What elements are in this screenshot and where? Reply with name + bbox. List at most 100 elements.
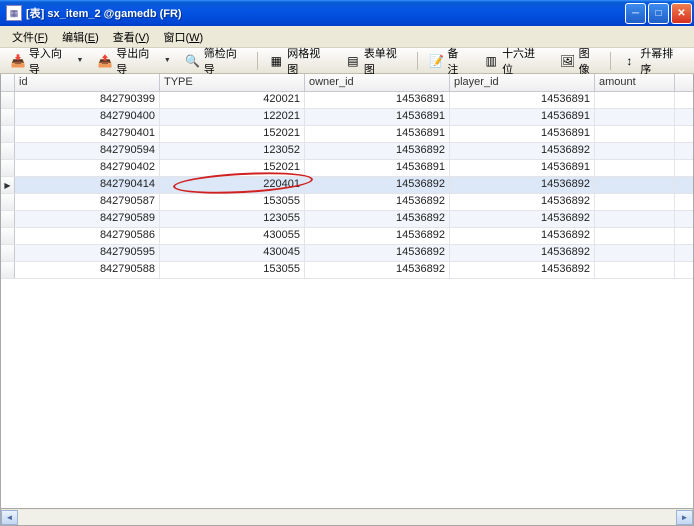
cell-owner[interactable]: 14536891 bbox=[305, 160, 450, 176]
row-indicator[interactable] bbox=[1, 211, 15, 227]
cell-id[interactable]: 842790414 bbox=[15, 177, 160, 193]
table-row[interactable]: 8427905864300551453689214536892 bbox=[1, 228, 693, 245]
cell-amount[interactable] bbox=[595, 126, 675, 142]
cell-player[interactable]: 14536892 bbox=[450, 194, 595, 210]
chevron-down-icon: ▼ bbox=[76, 57, 83, 64]
cell-amount[interactable] bbox=[595, 194, 675, 210]
column-header-owner[interactable]: owner_id bbox=[305, 74, 450, 91]
cell-type[interactable]: 152021 bbox=[160, 160, 305, 176]
separator bbox=[257, 52, 258, 70]
export-icon: 📤 bbox=[97, 53, 113, 69]
cell-type[interactable]: 430045 bbox=[160, 245, 305, 261]
row-indicator[interactable] bbox=[1, 262, 15, 278]
cell-type[interactable]: 122021 bbox=[160, 109, 305, 125]
scroll-track[interactable] bbox=[18, 510, 676, 525]
cell-id[interactable]: 842790401 bbox=[15, 126, 160, 142]
cell-amount[interactable] bbox=[595, 177, 675, 193]
scroll-left-button[interactable]: ◄ bbox=[1, 510, 18, 525]
table-row[interactable]: 8427905941230521453689214536892 bbox=[1, 143, 693, 160]
cell-type[interactable]: 220401 bbox=[160, 177, 305, 193]
row-indicator[interactable] bbox=[1, 126, 15, 142]
cell-player[interactable]: 14536891 bbox=[450, 126, 595, 142]
cell-type[interactable]: 153055 bbox=[160, 194, 305, 210]
row-indicator[interactable] bbox=[1, 194, 15, 210]
cell-owner[interactable]: 14536892 bbox=[305, 245, 450, 261]
table-row[interactable]: 8427905954300451453689214536892 bbox=[1, 245, 693, 262]
grid-body: 8427903994200211453689114536891842790400… bbox=[1, 92, 693, 279]
cell-amount[interactable] bbox=[595, 109, 675, 125]
cell-id[interactable]: 842790586 bbox=[15, 228, 160, 244]
cell-type[interactable]: 153055 bbox=[160, 262, 305, 278]
corner-cell[interactable] bbox=[1, 74, 15, 91]
cell-player[interactable]: 14536891 bbox=[450, 109, 595, 125]
table-row[interactable]: 8427904011520211453689114536891 bbox=[1, 126, 693, 143]
cell-id[interactable]: 842790587 bbox=[15, 194, 160, 210]
cell-amount[interactable] bbox=[595, 160, 675, 176]
horizontal-scrollbar[interactable]: ◄ ► bbox=[0, 509, 694, 526]
cell-player[interactable]: 14536892 bbox=[450, 177, 595, 193]
cell-owner[interactable]: 14536892 bbox=[305, 177, 450, 193]
row-indicator[interactable] bbox=[1, 228, 15, 244]
filter-icon: 🔍 bbox=[185, 53, 201, 69]
row-indicator[interactable] bbox=[1, 143, 15, 159]
cell-id[interactable]: 842790594 bbox=[15, 143, 160, 159]
cell-id[interactable]: 842790589 bbox=[15, 211, 160, 227]
cell-player[interactable]: 14536892 bbox=[450, 262, 595, 278]
table-row[interactable]: ▶8427904142204011453689214536892 bbox=[1, 177, 693, 194]
table-row[interactable]: 8427905881530551453689214536892 bbox=[1, 262, 693, 279]
minimize-button[interactable]: ─ bbox=[625, 3, 646, 24]
toolbar: 📥导入向导▼ 📤导出向导▼ 🔍筛检向导 ▦网格视图 ▤表单视图 📝备注 ▥十六进… bbox=[0, 48, 694, 74]
row-indicator[interactable] bbox=[1, 92, 15, 108]
cell-owner[interactable]: 14536892 bbox=[305, 262, 450, 278]
cell-id[interactable]: 842790595 bbox=[15, 245, 160, 261]
cell-amount[interactable] bbox=[595, 211, 675, 227]
row-indicator[interactable] bbox=[1, 109, 15, 125]
row-indicator[interactable]: ▶ bbox=[1, 177, 15, 193]
table-row[interactable]: 8427905891230551453689214536892 bbox=[1, 211, 693, 228]
row-indicator[interactable] bbox=[1, 160, 15, 176]
table-row[interactable]: 8427903994200211453689114536891 bbox=[1, 92, 693, 109]
cell-type[interactable]: 123055 bbox=[160, 211, 305, 227]
cell-player[interactable]: 14536891 bbox=[450, 160, 595, 176]
cell-amount[interactable] bbox=[595, 245, 675, 261]
scroll-right-button[interactable]: ► bbox=[676, 510, 693, 525]
cell-id[interactable]: 842790400 bbox=[15, 109, 160, 125]
table-row[interactable]: 8427905871530551453689214536892 bbox=[1, 194, 693, 211]
cell-player[interactable]: 14536892 bbox=[450, 245, 595, 261]
column-header-player[interactable]: player_id bbox=[450, 74, 595, 91]
cell-owner[interactable]: 14536892 bbox=[305, 143, 450, 159]
cell-amount[interactable] bbox=[595, 143, 675, 159]
cell-id[interactable]: 842790402 bbox=[15, 160, 160, 176]
column-header-amount[interactable]: amount bbox=[595, 74, 675, 91]
cell-owner[interactable]: 14536891 bbox=[305, 126, 450, 142]
cell-amount[interactable] bbox=[595, 228, 675, 244]
cell-player[interactable]: 14536892 bbox=[450, 143, 595, 159]
close-button[interactable]: ✕ bbox=[671, 3, 692, 24]
table-row[interactable]: 8427904021520211453689114536891 bbox=[1, 160, 693, 177]
cell-type[interactable]: 152021 bbox=[160, 126, 305, 142]
cell-amount[interactable] bbox=[595, 262, 675, 278]
column-header-id[interactable]: id bbox=[15, 74, 160, 91]
cell-player[interactable]: 14536891 bbox=[450, 92, 595, 108]
cell-owner[interactable]: 14536892 bbox=[305, 211, 450, 227]
separator bbox=[417, 52, 418, 70]
cell-type[interactable]: 430055 bbox=[160, 228, 305, 244]
cell-type[interactable]: 420021 bbox=[160, 92, 305, 108]
grid-icon: ▦ bbox=[268, 53, 284, 69]
cell-id[interactable]: 842790399 bbox=[15, 92, 160, 108]
maximize-button[interactable]: □ bbox=[648, 3, 669, 24]
cell-id[interactable]: 842790588 bbox=[15, 262, 160, 278]
table-row[interactable]: 8427904001220211453689114536891 bbox=[1, 109, 693, 126]
cell-amount[interactable] bbox=[595, 92, 675, 108]
import-icon: 📥 bbox=[10, 53, 26, 69]
cell-owner[interactable]: 14536892 bbox=[305, 228, 450, 244]
column-header-type[interactable]: TYPE bbox=[160, 74, 305, 91]
cell-owner[interactable]: 14536892 bbox=[305, 194, 450, 210]
cell-type[interactable]: 123052 bbox=[160, 143, 305, 159]
cell-owner[interactable]: 14536891 bbox=[305, 109, 450, 125]
cell-player[interactable]: 14536892 bbox=[450, 228, 595, 244]
cell-player[interactable]: 14536892 bbox=[450, 211, 595, 227]
form-icon: ▤ bbox=[345, 53, 361, 69]
row-indicator[interactable] bbox=[1, 245, 15, 261]
cell-owner[interactable]: 14536891 bbox=[305, 92, 450, 108]
